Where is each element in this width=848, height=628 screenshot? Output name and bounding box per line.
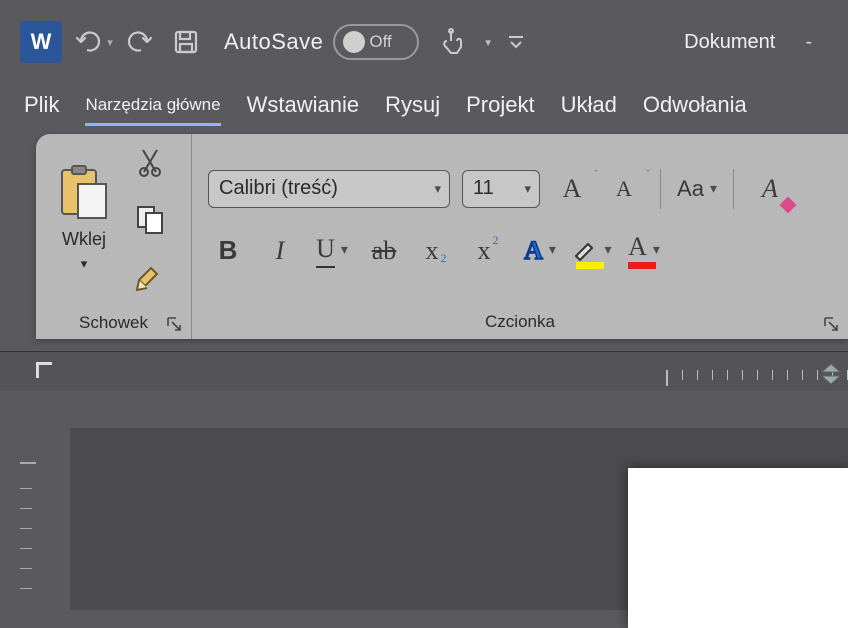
bold-button[interactable]: B	[208, 231, 248, 271]
indent-marker[interactable]	[820, 362, 842, 394]
redo-button[interactable]	[118, 22, 162, 62]
page[interactable]	[628, 468, 848, 628]
strikethrough-button[interactable]: ab	[364, 231, 404, 271]
highlight-button[interactable]: ▾	[572, 231, 612, 271]
grow-font-button[interactable]: Aˆ	[552, 169, 592, 209]
separator	[660, 169, 661, 209]
shrink-font-button[interactable]: Aˇ	[604, 169, 644, 209]
group-clipboard: Wklej ▾	[36, 134, 192, 339]
tab-references[interactable]: Odwołania	[643, 92, 747, 126]
autosave-state: Off	[369, 32, 391, 52]
subscript-button[interactable]: x2	[416, 231, 456, 271]
tab-insert[interactable]: Wstawianie	[247, 92, 359, 126]
chevron-down-icon[interactable]: ▾	[549, 242, 556, 259]
tab-file[interactable]: Plik	[24, 92, 59, 126]
font-size-combo[interactable]: 11 ▾	[462, 170, 540, 208]
ribbon: Wklej ▾	[36, 134, 848, 339]
underline-dropdown-icon[interactable]: ▾	[341, 242, 348, 259]
touch-dropdown-icon[interactable]: ▾	[485, 36, 491, 49]
font-name-value: Calibri (treść)	[219, 177, 338, 200]
undo-dropdown-icon[interactable]: ▾	[107, 36, 113, 49]
format-painter-button[interactable]	[132, 259, 168, 295]
chevron-down-icon[interactable]: ▾	[653, 242, 660, 259]
vertical-ruler[interactable]	[20, 452, 44, 610]
cut-button[interactable]	[132, 145, 168, 181]
chevron-down-icon: ▾	[434, 181, 441, 197]
font-color-swatch	[628, 262, 656, 269]
highlight-color-swatch	[576, 262, 604, 269]
clipboard-icon	[59, 169, 109, 223]
paste-label: Wklej	[62, 229, 106, 250]
superscript-button[interactable]: x2	[468, 231, 508, 271]
touch-mode-button[interactable]	[429, 22, 473, 62]
clear-formatting-button[interactable]: A	[750, 169, 790, 209]
text-effects-button[interactable]: A ▾	[520, 231, 560, 271]
italic-button[interactable]: I	[260, 231, 300, 271]
clipboard-dialog-launcher[interactable]	[165, 315, 183, 333]
chevron-down-icon: ▾	[524, 181, 531, 197]
underline-button[interactable]: U ▾	[312, 231, 352, 271]
customize-qat-button[interactable]	[501, 22, 531, 62]
save-button[interactable]	[164, 22, 208, 62]
font-group-label: Czcionka	[485, 312, 555, 332]
toggle-knob	[343, 31, 365, 53]
tab-draw[interactable]: Rysuj	[385, 92, 440, 126]
title-separator: -	[805, 31, 812, 54]
group-font: Calibri (treść) ▾ 11 ▾ Aˆ Aˇ	[192, 134, 848, 339]
document-title: Dokument	[684, 31, 775, 54]
app-word-icon: W	[20, 21, 62, 63]
document-canvas[interactable]	[70, 428, 848, 610]
font-name-combo[interactable]: Calibri (treść) ▾	[208, 170, 450, 208]
font-size-value: 11	[473, 177, 494, 200]
undo-button[interactable]: ▾	[72, 22, 116, 62]
clipboard-group-label: Schowek	[79, 313, 148, 333]
ribbon-tabs: Plik Narzędzia główne Wstawianie Rysuj P…	[0, 84, 848, 126]
font-color-button[interactable]: A ▾	[624, 231, 664, 271]
ruler-corner-icon	[36, 362, 52, 378]
tab-layout[interactable]: Układ	[561, 92, 617, 126]
tab-design[interactable]: Projekt	[466, 92, 534, 126]
paste-button[interactable]: Wklej ▾	[46, 169, 122, 272]
autosave-label: AutoSave	[224, 29, 323, 55]
font-dialog-launcher[interactable]	[822, 315, 840, 333]
horizontal-ruler[interactable]	[0, 351, 848, 391]
eraser-icon	[780, 196, 797, 213]
paste-dropdown-icon[interactable]: ▾	[81, 256, 88, 272]
tab-home[interactable]: Narzędzia główne	[85, 95, 220, 126]
chevron-down-icon[interactable]: ▾	[604, 242, 611, 259]
title-bar: W ▾ AutoSave Off ▾	[0, 0, 848, 84]
separator	[733, 169, 734, 209]
autosave-toggle[interactable]: Off	[333, 24, 419, 60]
copy-button[interactable]	[132, 202, 168, 238]
change-case-button[interactable]: Aa▾	[677, 169, 717, 209]
